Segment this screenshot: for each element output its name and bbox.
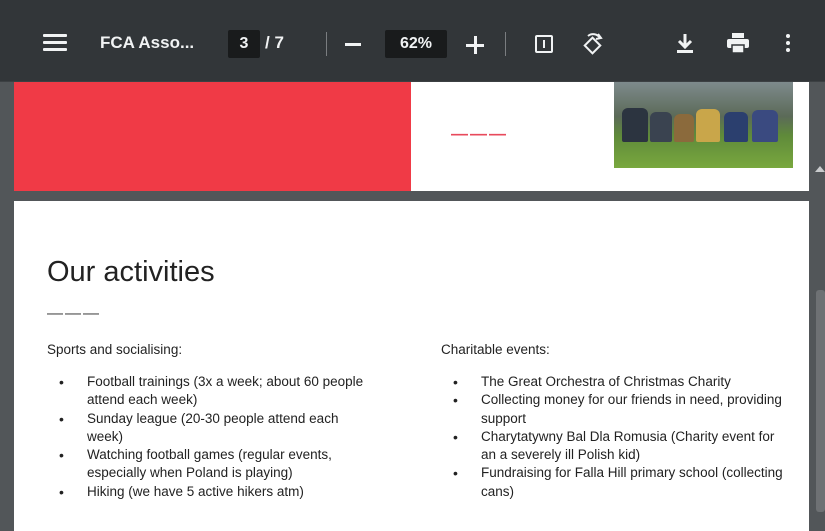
toolbar-divider (326, 32, 327, 56)
sports-list: Football trainings (3x a week; about 60 … (47, 373, 377, 501)
previous-page: ——— (14, 82, 809, 191)
fit-page-icon[interactable] (535, 35, 553, 53)
page-number-input[interactable]: 3 (228, 30, 260, 58)
heading-underline-dashes: ——— (47, 305, 101, 322)
download-icon[interactable] (676, 33, 694, 58)
decorative-dashes: ——— (451, 124, 508, 143)
scroll-up-icon[interactable] (815, 166, 825, 172)
zoom-level-input[interactable]: 62% (385, 30, 447, 58)
current-page: Our activities ——— Sports and socialisin… (14, 201, 809, 531)
charity-column-title: Charitable events: (441, 342, 550, 357)
more-options-icon[interactable] (786, 34, 792, 55)
page-count: / 7 (265, 33, 284, 52)
list-item: Football trainings (3x a week; about 60 … (47, 373, 377, 410)
toolbar-divider (505, 32, 506, 56)
red-banner (14, 82, 411, 191)
zoom-in-icon[interactable] (466, 36, 484, 54)
list-item: Charytatywny Bal Dla Romusia (Charity ev… (441, 428, 786, 465)
scrollbar-thumb[interactable] (816, 290, 825, 512)
sports-column-title: Sports and socialising: (47, 342, 183, 357)
charity-list: The Great Orchestra of Christmas Charity… (441, 373, 786, 501)
rotate-icon[interactable] (580, 31, 606, 62)
document-title: FCA Asso... (100, 33, 195, 52)
print-icon[interactable] (727, 33, 749, 58)
section-heading: Our activities (47, 256, 215, 288)
pdf-toolbar: FCA Asso... 3 / 7 62% (0, 0, 825, 82)
group-photo (614, 82, 793, 168)
list-item: Hiking (we have 5 active hikers atm) (47, 483, 377, 502)
vertical-scrollbar[interactable] (815, 82, 825, 526)
list-item: Watching football games (regular events,… (47, 446, 377, 483)
list-item: The Great Orchestra of Christmas Charity (441, 373, 786, 392)
list-item: Collecting money for our friends in need… (441, 391, 786, 428)
zoom-out-icon[interactable] (345, 43, 361, 46)
list-item: Sunday league (20-30 people attend each … (47, 410, 377, 447)
menu-icon[interactable] (43, 34, 67, 52)
list-item: Fundraising for Falla Hill primary schoo… (441, 464, 786, 501)
